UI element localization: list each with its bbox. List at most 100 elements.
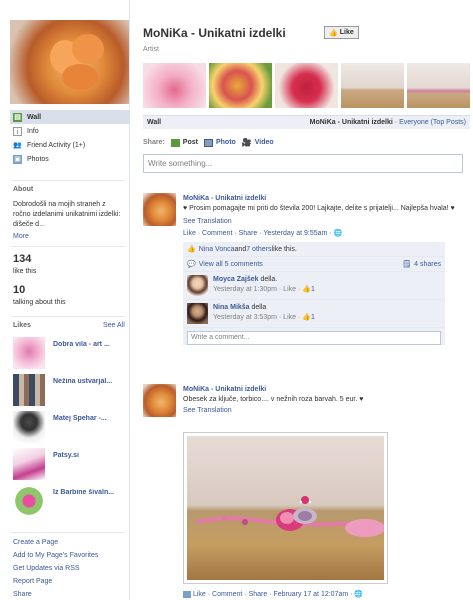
post-icon: [170, 138, 180, 147]
story-photo[interactable]: [183, 432, 388, 584]
story-actions-text[interactable]: Like · Comment · Share · Yesterday at 9:…: [183, 230, 332, 237]
nav-item-info[interactable]: i Info: [10, 124, 130, 138]
story-body: MoNiKa - Unikatni izdelki Obesek za klju…: [183, 384, 468, 416]
photo-icon: [183, 590, 191, 598]
see-translation-link[interactable]: See Translation: [183, 216, 468, 227]
about-more-link[interactable]: More: [13, 233, 29, 240]
comment-meta-text[interactable]: Yesterday at 1:30pm · Like ·: [213, 286, 302, 293]
share-label: Share:: [143, 139, 165, 146]
wall-filter-link[interactable]: Everyone (Top Posts): [399, 119, 466, 126]
story-actor[interactable]: MoNiKa - Unikatni izdelki: [183, 193, 468, 204]
like-button-label: Like: [339, 29, 354, 36]
wall-bar: Wall MoNiKa - Unikatni izdelki · Everyon…: [143, 115, 470, 129]
comment-text: della.: [258, 276, 278, 283]
likers-others-link[interactable]: 7 others: [246, 246, 271, 253]
view-all-comments[interactable]: 💬 View all 5 comments: [187, 260, 263, 269]
like-thumb-icon: 👍: [302, 286, 311, 293]
share-photo-button[interactable]: Photo: [203, 138, 236, 147]
liked-page-item[interactable]: Nežina ustvarjal...: [13, 374, 128, 408]
talking-count-label: talking about this: [13, 299, 66, 306]
about-text: Dobrodošli na mojih straneh z ročno izde…: [13, 200, 125, 230]
share-post-label: Post: [182, 139, 198, 146]
rss-updates-link[interactable]: Get Updates via RSS: [13, 565, 80, 572]
story-avatar[interactable]: [143, 193, 176, 226]
likes-count-label: like this: [13, 268, 37, 275]
photo-strip: [143, 63, 470, 108]
liked-page-item[interactable]: Iz Barbine šivaln...: [13, 485, 128, 519]
liked-page-item[interactable]: Patsy.si: [13, 448, 128, 482]
status-composer-input[interactable]: Write something...: [143, 154, 463, 173]
shares-count[interactable]: 🗒 4 shares: [402, 260, 441, 269]
likes-count: 134: [13, 253, 32, 265]
report-page-link[interactable]: Report Page: [13, 578, 52, 585]
create-page-link[interactable]: Create a Page: [13, 539, 58, 546]
story-message: Obesek za ključe, torbico.... v nežnih r…: [183, 396, 364, 403]
photos-icon: ▣: [13, 154, 22, 164]
divider: [10, 532, 126, 533]
nav-item-friend-activity[interactable]: 👥 Friend Activity (1+): [10, 138, 130, 152]
liked-page-thumbnail[interactable]: [13, 374, 45, 406]
commenter-name[interactable]: Nina Mikša: [213, 304, 250, 311]
likes-see-all-link[interactable]: See All: [103, 322, 125, 329]
like-thumb-icon: 👍: [302, 314, 311, 321]
liked-page-name[interactable]: Patsy.si: [53, 452, 125, 459]
share-row: Share: Post Photo 🎥 Video: [143, 138, 274, 147]
liked-page-name[interactable]: Iz Barbine šivaln...: [53, 489, 125, 496]
profile-picture[interactable]: [10, 20, 129, 104]
likes-suffix: like this.: [271, 245, 297, 253]
info-icon: i: [13, 126, 22, 136]
commenter-avatar[interactable]: [187, 275, 208, 296]
strip-photo[interactable]: [143, 63, 206, 108]
strip-photo[interactable]: [209, 63, 272, 108]
comment-item: Nina Mikša della Yesterday at 3:53pm · L…: [183, 300, 445, 328]
liked-page-thumbnail[interactable]: [13, 337, 45, 369]
divider: [10, 316, 126, 317]
about-description: Dobrodošli na mojih straneh z ročno izde…: [13, 201, 121, 228]
wall-page-name: MoNiKa - Unikatni izdelki: [309, 119, 393, 126]
view-all-comments-link[interactable]: View all 5 comments: [199, 261, 263, 268]
nav-item-wall[interactable]: ▤ Wall: [10, 110, 130, 124]
liked-page-thumbnail[interactable]: [13, 411, 45, 443]
page-title: MoNiKa - Unikatni izdelki: [143, 26, 286, 40]
comment-like-count[interactable]: 1: [311, 286, 315, 293]
see-translation-link[interactable]: See Translation: [183, 405, 468, 416]
shares-link[interactable]: 4 shares: [414, 261, 441, 268]
keychain-photo: [187, 436, 384, 580]
story-actor[interactable]: MoNiKa - Unikatni izdelki: [183, 384, 468, 395]
write-comment-input[interactable]: Write a comment...: [187, 331, 441, 345]
liked-page-thumbnail[interactable]: [13, 448, 45, 480]
strip-photo[interactable]: [407, 63, 470, 108]
liked-page-name[interactable]: Matej Špehar -...: [53, 415, 125, 422]
strip-photo[interactable]: [275, 63, 338, 108]
thumbs-up-icon: 👍: [329, 29, 338, 37]
liked-page-thumbnail[interactable]: [13, 485, 45, 517]
commenter-avatar[interactable]: [187, 303, 208, 324]
share-post-button[interactable]: Post: [170, 138, 198, 147]
wall-label: Wall: [147, 119, 162, 126]
story-actions-text[interactable]: Like · Comment · Share · February 17 at …: [193, 591, 353, 598]
liked-page-name[interactable]: Nežina ustvarjal...: [53, 378, 125, 385]
add-favorites-link[interactable]: Add to My Page's Favorites: [13, 552, 98, 559]
globe-icon: 🌐: [354, 591, 364, 598]
comment-like-count[interactable]: 1: [311, 314, 315, 321]
commenter-name[interactable]: Moyca Zajšek: [213, 276, 259, 283]
nav-item-label: Info: [27, 127, 39, 135]
globe-icon: 🌐: [333, 230, 343, 237]
liked-page-item[interactable]: Dobra vila - art ...: [13, 337, 128, 371]
share-video-button[interactable]: 🎥 Video: [242, 138, 274, 147]
video-icon: 🎥: [241, 138, 252, 147]
comment-item: Moyca Zajšek della. Yesterday at 1:30pm …: [183, 272, 445, 300]
story-avatar[interactable]: [143, 384, 176, 417]
share-page-link[interactable]: Share: [13, 591, 32, 598]
wall-filter: MoNiKa - Unikatni izdelki · Everyone (To…: [310, 119, 466, 126]
photo-icon: [203, 138, 213, 147]
liked-page-name[interactable]: Dobra vila - art ...: [53, 341, 125, 348]
liked-page-item[interactable]: Matej Špehar -...: [13, 411, 128, 445]
liker-name[interactable]: Nina Vonca: [199, 246, 235, 253]
comment-meta-text[interactable]: Yesterday at 3:53pm · Like ·: [213, 314, 302, 321]
nav-item-photos[interactable]: ▣ Photos: [10, 152, 130, 166]
comment-meta: Yesterday at 1:30pm · Like · 👍1: [213, 285, 315, 295]
strip-photo[interactable]: [341, 63, 404, 108]
comments-summary-row: 💬 View all 5 comments 🗒 4 shares: [183, 257, 445, 272]
like-page-button[interactable]: 👍 Like: [324, 26, 359, 39]
